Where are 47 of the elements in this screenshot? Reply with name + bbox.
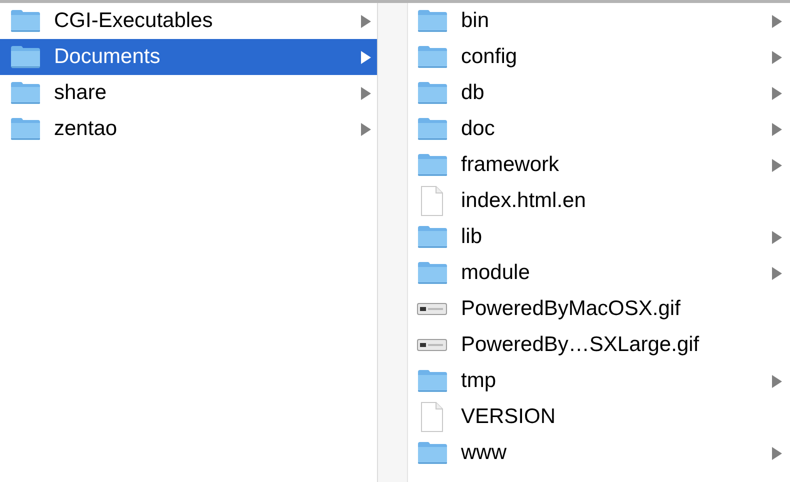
folder-icon: [416, 225, 448, 249]
file-list-item[interactable]: CGI-Executables: [0, 3, 377, 39]
file-list-item[interactable]: index.html.en: [407, 183, 790, 219]
folder-icon: [416, 441, 448, 465]
disclosure-arrow-icon: [772, 86, 782, 100]
file-list-item[interactable]: tmp: [407, 363, 790, 399]
file-list-item[interactable]: PoweredBy…SXLarge.gif: [407, 327, 790, 363]
folder-icon: [416, 81, 448, 105]
file-list-item[interactable]: zentao: [0, 111, 377, 147]
disclosure-arrow-icon: [361, 50, 371, 64]
image-file-icon: [417, 303, 447, 315]
folder-icon: [416, 9, 448, 33]
file-list-item[interactable]: bin: [407, 3, 790, 39]
folder-icon: [416, 369, 448, 393]
file-list-item[interactable]: db: [407, 75, 790, 111]
disclosure-arrow-icon: [772, 446, 782, 460]
folder-icon: [10, 117, 40, 141]
document-icon: [420, 185, 444, 217]
folder-icon: [10, 81, 40, 105]
file-list-item[interactable]: framework: [407, 147, 790, 183]
folder-icon: [10, 9, 40, 33]
folder-icon: [416, 261, 448, 285]
disclosure-arrow-icon: [361, 122, 371, 136]
file-list-item[interactable]: PoweredByMacOSX.gif: [407, 291, 790, 327]
disclosure-arrow-icon: [772, 50, 782, 64]
folder-icon: [10, 45, 40, 69]
file-list-item[interactable]: config: [407, 39, 790, 75]
disclosure-arrow-icon: [361, 14, 371, 28]
folder-icon: [416, 117, 448, 141]
disclosure-arrow-icon: [772, 266, 782, 280]
file-list-item[interactable]: VERSION: [407, 399, 790, 435]
disclosure-arrow-icon: [772, 122, 782, 136]
file-list-item[interactable]: module: [407, 255, 790, 291]
file-list-item[interactable]: lib: [407, 219, 790, 255]
folder-icon: [416, 45, 448, 69]
file-list-item[interactable]: share: [0, 75, 377, 111]
image-file-icon: [417, 339, 447, 351]
document-icon: [420, 401, 444, 433]
file-list-item[interactable]: Documents: [0, 39, 377, 75]
disclosure-arrow-icon: [772, 14, 782, 28]
folder-icon: [416, 153, 448, 177]
disclosure-arrow-icon: [772, 230, 782, 244]
disclosure-arrow-icon: [361, 86, 371, 100]
disclosure-arrow-icon: [772, 158, 782, 172]
file-list-item[interactable]: doc: [407, 111, 790, 147]
file-list-item[interactable]: www: [407, 435, 790, 471]
disclosure-arrow-icon: [772, 374, 782, 388]
